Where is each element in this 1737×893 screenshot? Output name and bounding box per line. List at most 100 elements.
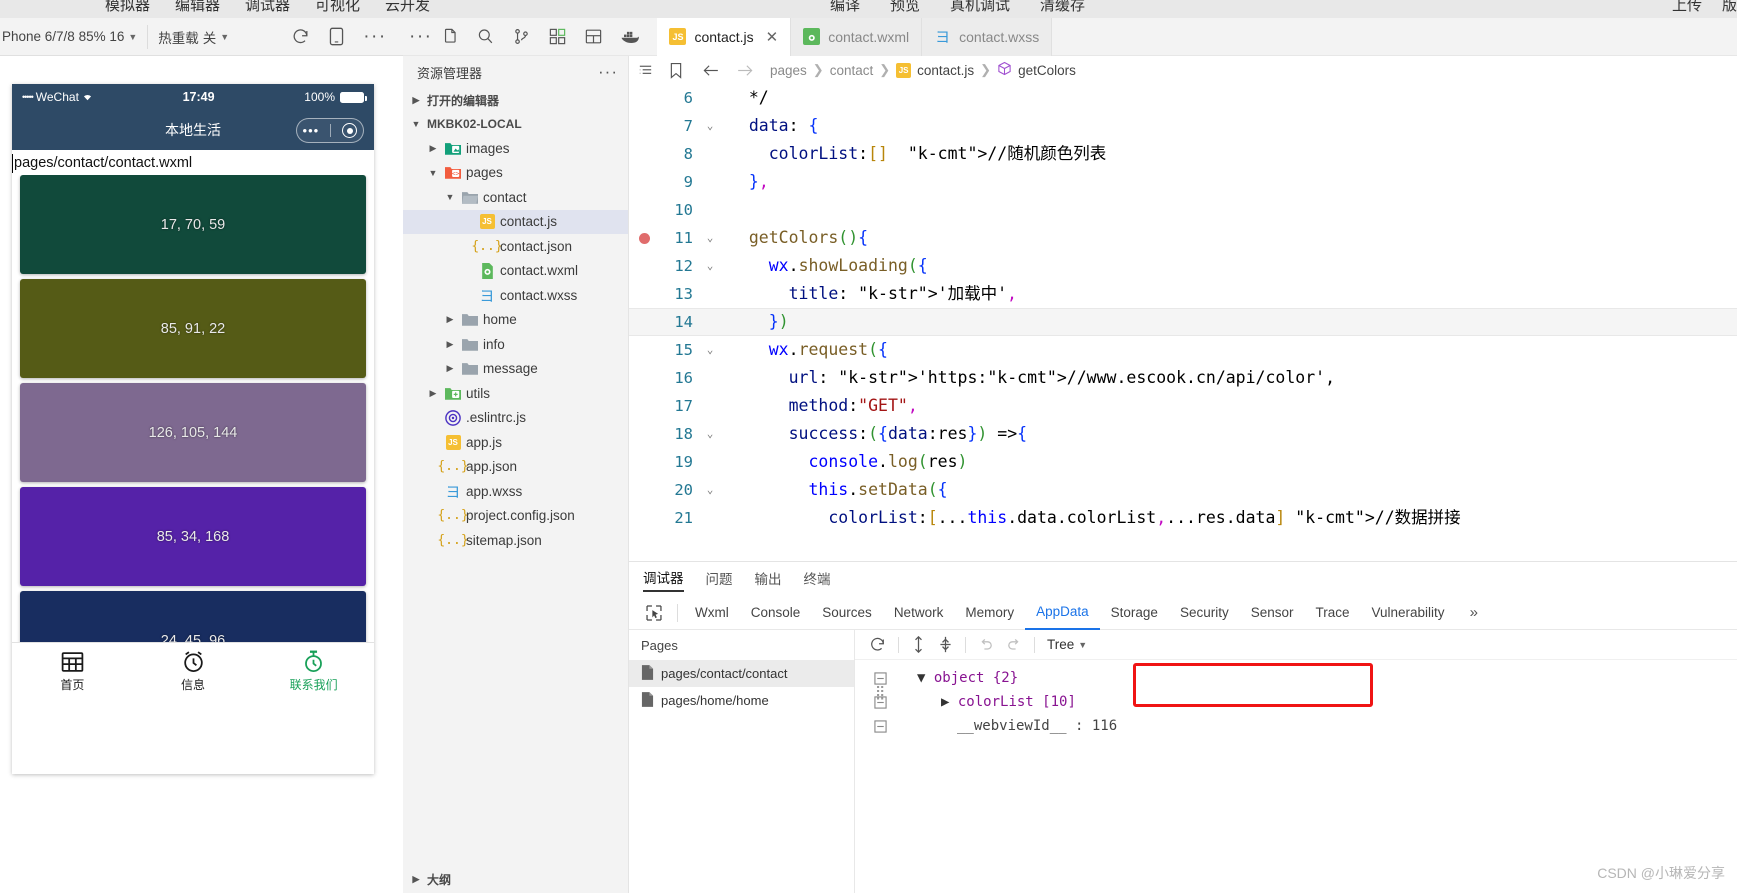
panel-tab-problems[interactable]: 问题 [706, 568, 733, 591]
code-line[interactable]: 14 }) [629, 308, 1737, 336]
code-line[interactable]: 16 url: "k-str">'https:"k-cmt">//www.esc… [629, 364, 1737, 392]
color-list[interactable]: 17, 70, 59 85, 91, 22 126, 105, 144 85, … [12, 175, 374, 642]
tree-row[interactable]: __webviewId__ : 116 [855, 714, 1737, 738]
collapse-box-icon[interactable] [855, 719, 905, 733]
code-line[interactable]: 9 }, [629, 168, 1737, 196]
code-line[interactable]: 15 ⌄ wx.request({ [629, 336, 1737, 364]
list-item[interactable]: 85, 34, 168 [20, 487, 366, 586]
devtool-tab-vulnerability[interactable]: Vulnerability [1361, 596, 1456, 630]
tab-contact-wxml[interactable]: contact.wxml [791, 17, 923, 56]
devtool-tab-trace[interactable]: Trace [1305, 596, 1361, 630]
outer-menu-item-preview[interactable]: 预览 [890, 0, 920, 15]
drag-handle[interactable]: ⣿ [875, 686, 886, 700]
fold-chevron-icon[interactable]: ⌄ [701, 112, 719, 140]
bookmark-icon[interactable] [668, 62, 684, 79]
code-line[interactable]: 19 console.log(res) [629, 448, 1737, 476]
code-line[interactable]: 18 ⌄ success:({data:res}) =>{ [629, 420, 1737, 448]
fold-chevron-icon[interactable]: ⌄ [701, 336, 719, 364]
code-line[interactable]: 8 colorList:[] "k-cmt">//随机颜色列表 [629, 140, 1737, 168]
list-item[interactable]: 85, 91, 22 [20, 279, 366, 378]
wechat-capsule-button[interactable]: ••• [296, 118, 364, 143]
list-item[interactable]: 126, 105, 144 [20, 383, 366, 482]
tree-arrow-icon[interactable]: ▶ [941, 694, 949, 710]
tree-item-pages[interactable]: ▼ <> pages [403, 161, 628, 186]
breadcrumb-item-file[interactable]: contact.js [917, 63, 974, 78]
tabbar-item-message[interactable]: 信息 [133, 649, 254, 691]
code-line[interactable]: 10 [629, 196, 1737, 224]
device-rotate-icon[interactable] [328, 27, 345, 46]
outer-menu-item-simulator[interactable]: 模拟器 [105, 0, 150, 15]
devtool-tab-sources[interactable]: Sources [811, 596, 883, 630]
tab-contact-wxss[interactable]: ヨ contact.wxss [922, 17, 1053, 56]
outer-menu-item-realdevice[interactable]: 真机调试 [950, 0, 1010, 15]
undo-icon[interactable] [978, 637, 994, 653]
collapse-box-icon[interactable] [855, 671, 905, 685]
outer-menu-item-debugger[interactable]: 调试器 [245, 0, 290, 15]
view-mode-selector[interactable]: Tree ▼ [1047, 637, 1087, 652]
panel-tab-terminal[interactable]: 终端 [804, 568, 831, 591]
more-icon[interactable]: ··· [363, 27, 386, 46]
fold-chevron-icon[interactable]: ⌄ [701, 476, 719, 504]
back-arrow-icon[interactable] [702, 62, 721, 79]
tab-contact-js[interactable]: JS contact.js ✕ [657, 17, 792, 56]
refresh-icon[interactable] [869, 636, 886, 653]
outer-menu-item-editor[interactable]: 编辑器 [175, 0, 220, 15]
tree-item-home[interactable]: ▶ home [403, 308, 628, 333]
extensions-icon[interactable] [548, 27, 567, 46]
code-line[interactable]: 13 title: "k-str">'加载中', [629, 280, 1737, 308]
devtool-tab-network[interactable]: Network [883, 596, 955, 630]
outline-icon[interactable] [637, 62, 654, 79]
section-open-editors[interactable]: ▶ 打开的编辑器 [403, 88, 628, 112]
code-line[interactable]: 7 ⌄ data: { [629, 112, 1737, 140]
devtool-tab-console[interactable]: Console [740, 596, 812, 630]
tree-item-app-json[interactable]: {..} app.json [403, 455, 628, 480]
more-icon[interactable]: ··· [403, 27, 432, 46]
tree-item-contact-json[interactable]: {..} contact.json [403, 234, 628, 259]
section-project[interactable]: ▼ MKBK02-LOCAL [403, 112, 628, 136]
code-line[interactable]: 17 method:"GET", [629, 392, 1737, 420]
fold-chevron-icon[interactable]: ⌄ [701, 224, 719, 252]
code-line[interactable]: 21 colorList:[...this.data.colorList,...… [629, 504, 1737, 532]
code-line[interactable]: 12 ⌄ wx.showLoading({ [629, 252, 1737, 280]
tree-item--eslintrc-js[interactable]: .eslintrc.js [403, 406, 628, 431]
tabbar-item-contact[interactable]: 联系我们 [253, 649, 374, 691]
devtool-tab-appdata[interactable]: AppData [1025, 596, 1100, 630]
devtool-tab-memory[interactable]: Memory [954, 596, 1025, 630]
tree-item-images[interactable]: ▶ images [403, 136, 628, 161]
code-line[interactable]: 20 ⌄ this.setData({ [629, 476, 1737, 504]
code-lines[interactable]: 6 */ 7 ⌄ data: {8 colorList:[] "k-cmt">//随… [629, 84, 1737, 532]
source-control-icon[interactable] [512, 27, 531, 46]
tree-row[interactable]: ▶ colorList [10] [855, 690, 1737, 714]
list-item[interactable]: pages/contact/contact [629, 660, 854, 687]
tree-item-utils[interactable]: ▶ utils [403, 381, 628, 406]
list-item[interactable]: 24, 45, 96 [20, 591, 366, 642]
fold-chevron-icon[interactable]: ⌄ [701, 252, 719, 280]
breadcrumb-item-symbol[interactable]: getColors [1018, 63, 1076, 78]
hot-reload-selector[interactable]: 热重载 关 ▼ [158, 27, 229, 47]
devtool-tab-sensor[interactable]: Sensor [1240, 596, 1305, 630]
tree-row[interactable]: ▼ object {2} [855, 666, 1737, 690]
tree-item-info[interactable]: ▶ info [403, 332, 628, 357]
expand-all-icon[interactable] [911, 636, 926, 653]
tree-item-contact-wxss[interactable]: ヨ contact.wxss [403, 283, 628, 308]
tree-arrow-icon[interactable]: ▼ [917, 670, 925, 686]
appdata-tree[interactable]: ⣿ ▼ object {2} ▶ colorList [10] __webvie… [855, 660, 1737, 738]
outer-menu-item-cloud[interactable]: 云开发 [385, 0, 430, 15]
ellipsis-icon[interactable]: ··· [598, 63, 618, 80]
list-item[interactable]: 17, 70, 59 [20, 175, 366, 274]
section-outline[interactable]: ▶ 大纲 [403, 867, 451, 891]
tree-item-contact-wxml[interactable]: contact.wxml [403, 259, 628, 284]
tree-item-app-js[interactable]: JS app.js [403, 430, 628, 455]
inspect-cursor-icon[interactable] [637, 604, 671, 622]
search-icon[interactable] [476, 27, 495, 46]
collapse-all-icon[interactable] [938, 636, 953, 653]
refresh-icon[interactable] [291, 27, 310, 46]
devtool-tab-security[interactable]: Security [1169, 596, 1240, 630]
close-icon[interactable]: ✕ [766, 28, 779, 46]
devtool-tab-storage[interactable]: Storage [1100, 596, 1169, 630]
device-selector[interactable]: Phone 6/7/8 85% 16 ▼ [0, 29, 137, 44]
breadcrumb-item-contact[interactable]: contact [830, 63, 874, 78]
tabbar-item-home[interactable]: 首页 [12, 649, 133, 691]
code-line[interactable]: 6 */ [629, 84, 1737, 112]
layout-icon[interactable] [584, 27, 603, 46]
